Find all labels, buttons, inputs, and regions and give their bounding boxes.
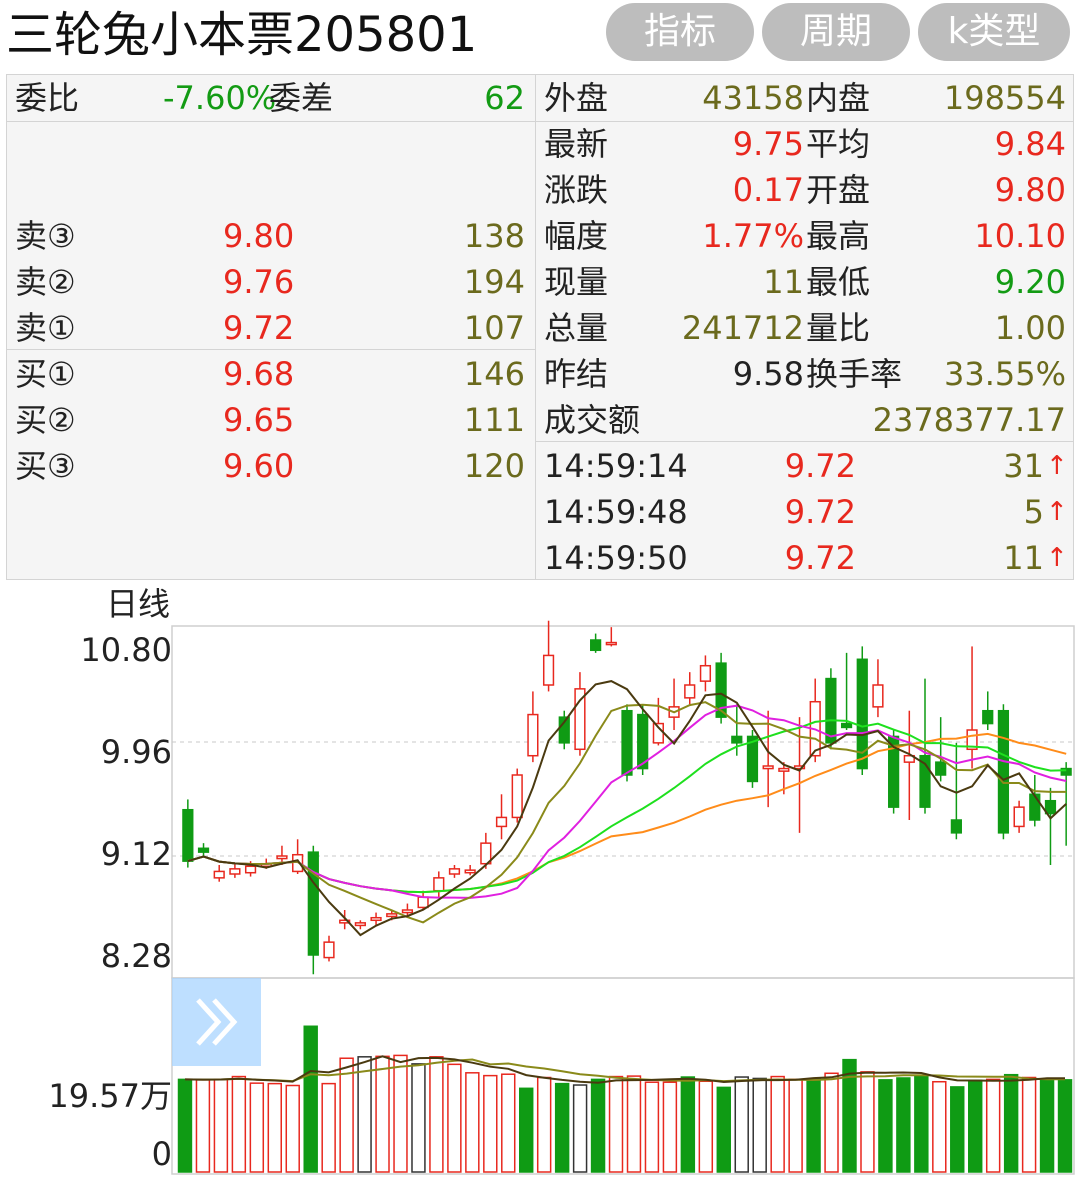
volume-bar-down [1057,1079,1073,1173]
candle-down [825,677,837,744]
kline-chart[interactable] [0,0,1080,1195]
candle-down [1029,793,1041,821]
volume-bar-up [195,1079,211,1173]
candle-up [213,870,225,879]
volume-bar-up [393,1054,408,1173]
volume-bar-up [267,1082,282,1173]
volume-bar-down [554,1082,570,1173]
volume-bar-up [985,1078,1001,1173]
candle-down [197,847,210,853]
candle-up [354,922,366,927]
candle-down [997,709,1010,834]
candle-up [699,664,712,682]
volume-bar-up [285,1084,300,1173]
candle-down [950,819,962,834]
candle-down [982,709,994,725]
volume-bar-down [519,1087,534,1173]
volume-bar-down [1039,1078,1055,1173]
volume-bar-down [303,1025,318,1173]
candle-up [542,654,555,686]
price-chart-frame [171,625,1075,979]
candle-up [448,868,461,875]
candle-up [401,909,414,914]
candle-up [417,896,429,909]
volume-bar-flat [752,1077,767,1173]
volume-bar-down [950,1086,965,1173]
volume-bar-flat [734,1076,749,1173]
volume-bar-down [806,1078,821,1173]
volume-bar-up [536,1076,552,1173]
candle-up [684,684,696,699]
volume-bar-down [914,1074,929,1173]
volume-bar-up [860,1071,875,1173]
volume-bar-flat [572,1084,588,1173]
volume-bar-up [1021,1076,1037,1173]
volume-bar-up [662,1081,678,1173]
volume-bar-up [770,1075,785,1173]
candle-up [464,869,476,874]
expand-chart-button[interactable] [172,978,261,1066]
candle-up [762,765,774,770]
candle-up [495,816,508,828]
volume-bar-down [878,1079,893,1173]
volume-bar-down [680,1076,696,1173]
volume-bar-up [626,1075,642,1173]
candle-up [370,916,382,922]
volume-bar-up [608,1075,624,1173]
candle-up [778,767,790,772]
volume-bar-up [249,1082,265,1173]
volume-bar-up [644,1081,660,1173]
candle-down [182,808,194,862]
volume-bar-up [429,1056,444,1173]
volume-bar-up [698,1080,714,1173]
volume-bar-flat [411,1063,426,1173]
candle-down [731,735,743,744]
volume-bar-down [716,1086,731,1173]
volume-bar-up [213,1078,229,1173]
volume-bar-flat [357,1056,372,1173]
candle-down [840,722,853,729]
volume-bar-down [1003,1073,1019,1173]
candle-down [590,639,602,652]
volume-bar-up [321,1082,336,1173]
candle-up [276,855,288,860]
volume-bar-up [788,1078,803,1173]
candle-up [323,941,335,959]
volume-bar-down [177,1078,193,1173]
candle-down [1044,799,1057,815]
candle-up [1013,806,1025,828]
candle-down [621,709,633,776]
candle-down [935,761,947,776]
volume-bar-up [375,1055,390,1173]
volume-bar-up [483,1074,498,1173]
candle-up [605,641,617,646]
volume-bar-up [339,1057,354,1173]
volume-bar-up [465,1072,480,1173]
candle-up [229,868,241,875]
candle-up [433,877,445,892]
volume-bar-up [932,1080,947,1173]
volume-bar-down [968,1079,983,1173]
candle-up [511,774,523,819]
candle-up [872,684,884,708]
volume-bar-up [447,1063,462,1173]
volume-bar-down [590,1078,606,1173]
candle-down [307,851,319,956]
candle-up [244,865,257,874]
candle-up [386,913,398,918]
volume-bar-down [896,1077,911,1173]
volume-bar-up [501,1073,516,1173]
volume-bar-up [231,1075,247,1173]
candle-up [527,713,539,757]
volume-bar-up [824,1072,839,1173]
